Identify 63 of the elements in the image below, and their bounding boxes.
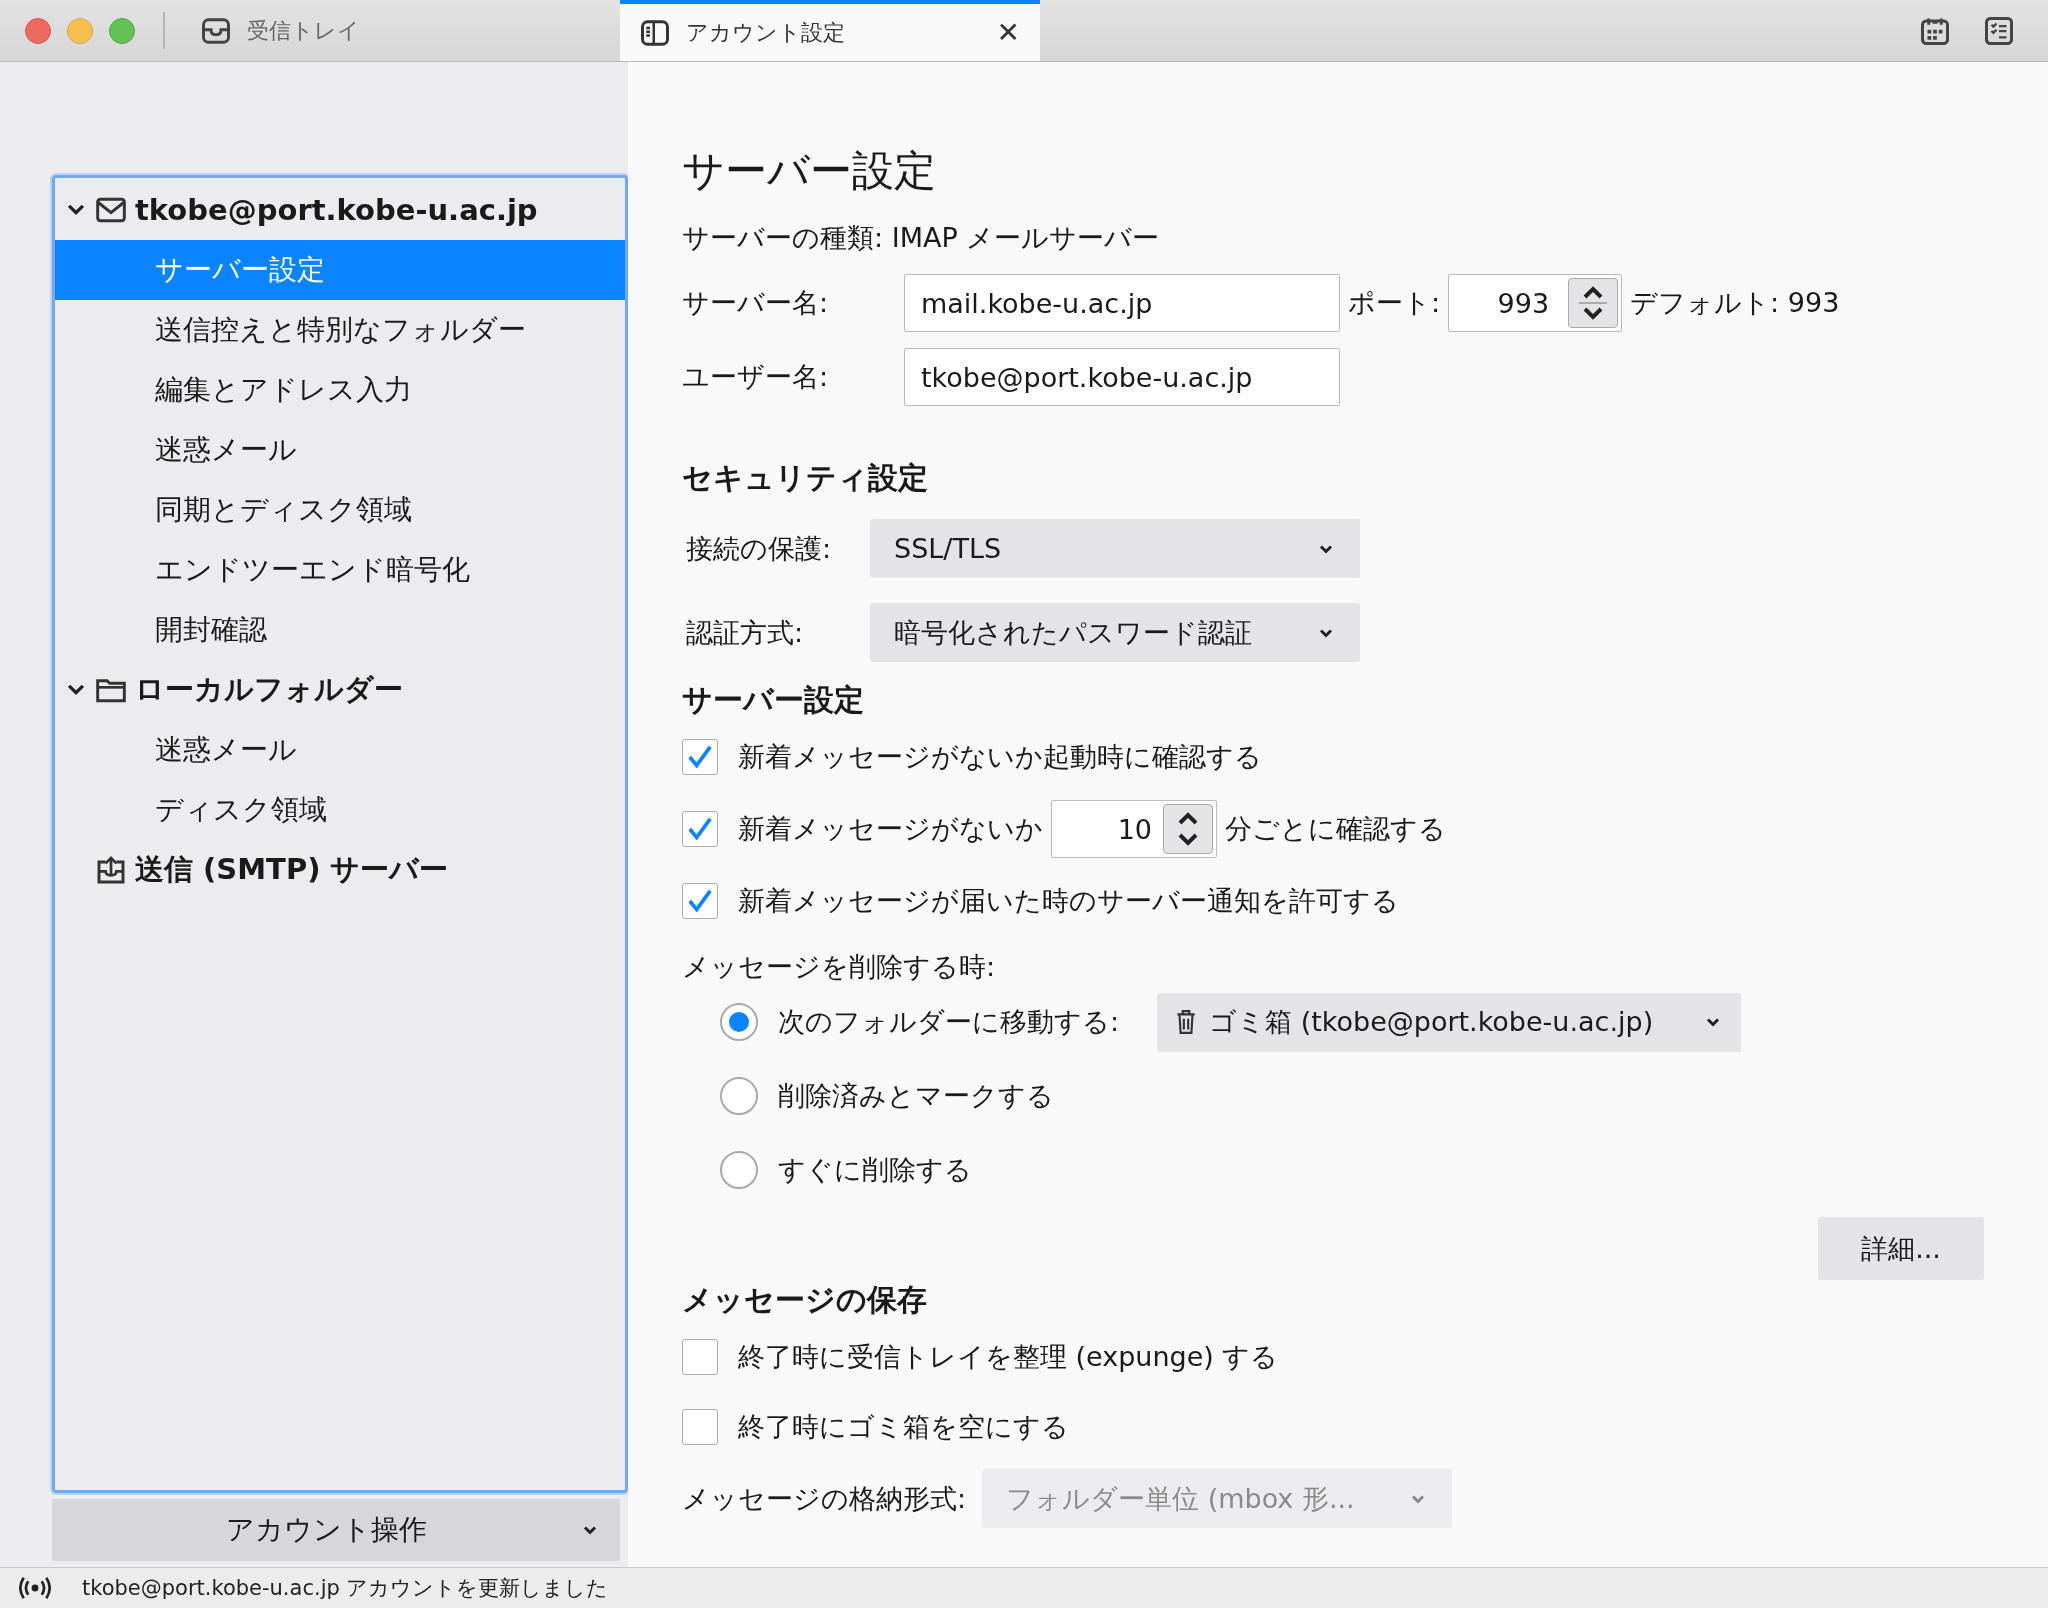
account-item[interactable]: 送信 (SMTP) サーバー bbox=[55, 840, 625, 900]
dropdown[interactable]: 暗号化されたパスワード認証 bbox=[870, 603, 1360, 662]
close-window-button[interactable] bbox=[25, 17, 51, 44]
checkbox[interactable] bbox=[682, 1339, 718, 1375]
interval-field[interactable]: 10 bbox=[1051, 800, 1217, 858]
radio-label: 削除済みとマークする bbox=[778, 1079, 1054, 1113]
user-name-label: ユーザー名: bbox=[682, 360, 830, 394]
storage-format-label: メッセージの格納形式: bbox=[682, 1481, 967, 1516]
port-label: ポート: bbox=[1348, 286, 1441, 320]
port-field[interactable]: 993 bbox=[1448, 274, 1623, 332]
settings-item[interactable]: 迷惑メール bbox=[55, 720, 625, 780]
settings-item[interactable]: 迷惑メール bbox=[55, 420, 625, 480]
folder-dropdown[interactable]: ゴミ箱 (tkobe@port.kobe-u.ac.jp) bbox=[1157, 992, 1742, 1052]
radio-button[interactable] bbox=[720, 1003, 758, 1041]
settings-item[interactable]: 同期とディスク領域 bbox=[55, 480, 625, 540]
select-label: 接続の保護: bbox=[685, 531, 833, 566]
select-label: 認証方式: bbox=[685, 615, 805, 650]
settings-item[interactable]: エンドツーエンド暗号化 bbox=[55, 540, 625, 600]
settings-item[interactable]: 送信控えと特別なフォルダー bbox=[55, 300, 625, 360]
checkbox-label: 新着メッセージがないか bbox=[738, 812, 1043, 846]
server-name-field[interactable]: mail.kobe-u.ac.jp bbox=[904, 274, 1340, 332]
default-port-text: デフォルト: 993 bbox=[1630, 286, 1840, 320]
radio-label: すぐに削除する bbox=[778, 1153, 972, 1187]
checkbox-label: 新着メッセージが届いた時のサーバー通知を許可する bbox=[738, 884, 1399, 918]
checkbox[interactable] bbox=[682, 1409, 718, 1445]
checkbox[interactable] bbox=[682, 811, 718, 847]
tab[interactable]: 受信トレイ bbox=[181, 0, 380, 61]
section-heading: サーバー設定 bbox=[682, 681, 865, 719]
checkbox-label: 終了時に受信トレイを整理 (expunge) する bbox=[738, 1340, 1279, 1374]
page-title: サーバー設定 bbox=[682, 146, 937, 196]
checkbox[interactable] bbox=[682, 739, 718, 775]
checklist-icon[interactable] bbox=[1984, 15, 2014, 46]
radio-button[interactable] bbox=[720, 1077, 758, 1115]
status-text: tkobe@port.kobe-u.ac.jp アカウントを更新しました bbox=[82, 1575, 609, 1602]
zoom-window-button[interactable] bbox=[109, 17, 135, 44]
radio-label: 次のフォルダーに移動する: bbox=[778, 1005, 1120, 1039]
advanced-button[interactable]: 詳細... bbox=[1818, 1217, 1984, 1280]
settings-item[interactable]: 編集とアドレス入力 bbox=[55, 360, 625, 420]
delete-label: メッセージを削除する時: bbox=[682, 950, 997, 984]
outbox-icon bbox=[95, 854, 127, 886]
activity-icon[interactable] bbox=[18, 1576, 52, 1600]
settings-item[interactable]: ディスク領域 bbox=[55, 780, 625, 840]
server-type-text: サーバーの種類: IMAP メールサーバー bbox=[682, 221, 1161, 255]
section-heading: メッセージの保存 bbox=[682, 1281, 928, 1319]
account-item[interactable]: tkobe@port.kobe-u.ac.jp bbox=[55, 180, 625, 240]
panel-icon bbox=[640, 17, 670, 48]
tab[interactable]: アカウント設定 ✕ bbox=[620, 0, 1040, 61]
section-heading: セキュリティ設定 bbox=[682, 459, 929, 497]
settings-item[interactable]: サーバー設定 bbox=[55, 240, 625, 300]
checkbox-label: 終了時にゴミ箱を空にする bbox=[738, 1410, 1069, 1444]
checkbox-label: 新着メッセージがないか起動時に確認する bbox=[738, 740, 1262, 774]
account-actions-button[interactable]: アカウント操作 bbox=[52, 1499, 620, 1561]
user-name-field[interactable]: tkobe@port.kobe-u.ac.jp bbox=[904, 348, 1340, 406]
inbox-icon bbox=[201, 15, 231, 46]
close-icon[interactable]: ✕ bbox=[996, 16, 1020, 49]
account-item[interactable]: ローカルフォルダー bbox=[55, 660, 625, 720]
trash-icon bbox=[1175, 1009, 1198, 1035]
radio-button[interactable] bbox=[720, 1151, 758, 1189]
settings-item[interactable]: 開封確認 bbox=[55, 600, 625, 660]
checkbox-label: 分ごとに確認する bbox=[1225, 812, 1446, 846]
server-name-label: サーバー名: bbox=[682, 286, 830, 320]
dropdown[interactable]: SSL/TLS bbox=[870, 519, 1360, 578]
checkbox[interactable] bbox=[682, 883, 718, 919]
